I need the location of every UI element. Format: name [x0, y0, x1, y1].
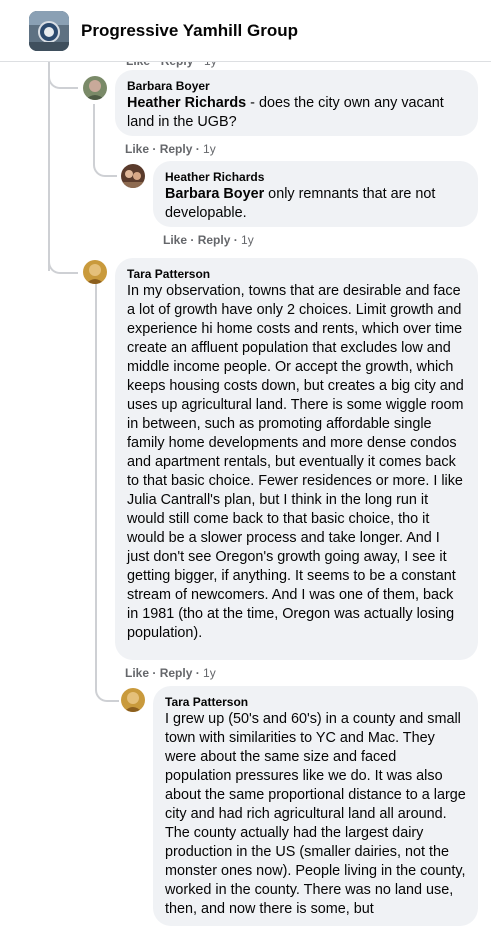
- thread-connector: [48, 200, 78, 274]
- like-link[interactable]: Like: [125, 666, 149, 680]
- comment-actions: Like · Reply · 1y: [125, 142, 216, 156]
- comment-actions: Like · Reply · 1y: [163, 233, 254, 247]
- mention-tag[interactable]: Barbara Boyer: [165, 186, 264, 202]
- thread-connector: [95, 640, 119, 702]
- group-header: Progressive Yamhill Group: [0, 0, 491, 62]
- comment-text: In my observation, towns that are desira…: [127, 283, 464, 641]
- comment-time[interactable]: 1y: [203, 666, 216, 680]
- thread-connector: [48, 61, 78, 89]
- comment-author[interactable]: Barbara Boyer: [127, 78, 466, 94]
- group-title[interactable]: Progressive Yamhill Group: [81, 21, 298, 41]
- comment-text: I grew up (50's and 60's) in a county an…: [165, 711, 466, 917]
- comment-author[interactable]: Tara Patterson: [127, 266, 466, 282]
- group-logo-icon[interactable]: [29, 11, 69, 51]
- comment-time[interactable]: 1y: [241, 233, 254, 247]
- reply-link[interactable]: Reply: [160, 666, 193, 680]
- like-link[interactable]: Like: [163, 233, 187, 247]
- mention-tag[interactable]: Heather Richards: [127, 95, 246, 111]
- comment-author[interactable]: Heather Richards: [165, 169, 466, 185]
- comment-bubble: Heather Richards Barbara Boyer only remn…: [153, 161, 478, 227]
- avatar[interactable]: [121, 164, 145, 188]
- comment-text: Barbara Boyer only remnants that are not…: [165, 186, 436, 221]
- avatar[interactable]: [83, 76, 107, 100]
- comment-actions: Like · Reply · 1y: [125, 666, 216, 680]
- comment-author[interactable]: Tara Patterson: [165, 694, 466, 710]
- avatar[interactable]: [121, 688, 145, 712]
- comment-text: Heather Richards - does the city own any…: [127, 95, 444, 130]
- avatar[interactable]: [83, 260, 107, 284]
- comment-bubble: Tara Patterson In my observation, towns …: [115, 258, 478, 660]
- comment-time[interactable]: 1y: [203, 142, 216, 156]
- thread-connector: [93, 104, 117, 177]
- comment-bubble: Tara Patterson I grew up (50's and 60's)…: [153, 686, 478, 926]
- reply-link[interactable]: Reply: [198, 233, 231, 247]
- thread-line: [95, 282, 97, 662]
- like-link[interactable]: Like: [125, 142, 149, 156]
- reply-link[interactable]: Reply: [160, 142, 193, 156]
- comment-bubble: Barbara Boyer Heather Richards - does th…: [115, 70, 478, 136]
